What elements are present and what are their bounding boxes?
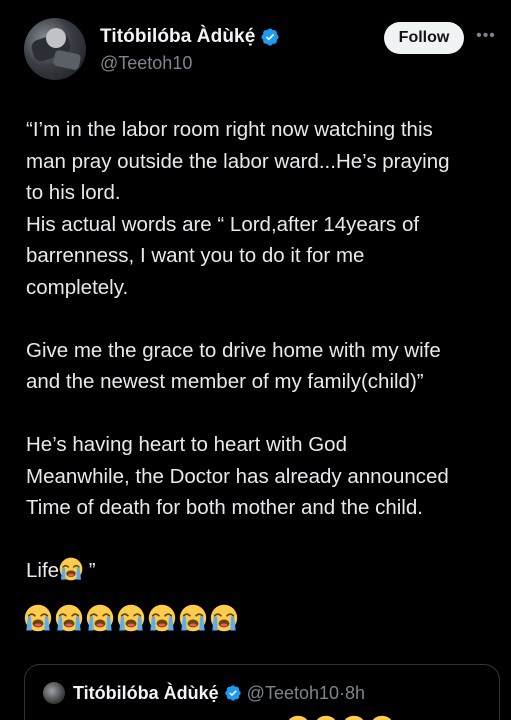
tweet-text-line [26, 303, 504, 335]
closing-quote: ” [83, 559, 96, 582]
loudly-crying-face-icon [210, 604, 238, 632]
author-name-row[interactable]: Titóbilóba Àdùkẹ́ [100, 26, 280, 48]
more-options-icon[interactable]: ••• [476, 26, 496, 46]
tweet-text-line [26, 524, 504, 556]
tweet-text-line: completely. [26, 275, 129, 299]
quoted-avatar [43, 682, 65, 704]
author-display-name[interactable]: Titóbilóba Àdùkẹ́ [100, 26, 255, 48]
loudly-crying-face-icon [316, 715, 336, 720]
quoted-tweet-header: Titóbilóba Àdùkẹ́ @Teetoh10 · 8h [43, 682, 365, 704]
loudly-crying-face-icon [179, 604, 207, 632]
tweet-header: Titóbilóba Àdùkẹ́ @Teetoh10 Follow ••• [24, 18, 496, 80]
quoted-tweet[interactable]: Titóbilóba Àdùkẹ́ @Teetoh10 · 8h [24, 664, 500, 720]
tweet-text-line: Time of death for both mother and the ch… [26, 496, 423, 519]
loudly-crying-face-icon [288, 715, 308, 720]
loudly-crying-face-icon [372, 715, 392, 720]
loudly-crying-face-icon [344, 715, 364, 720]
tweet-text-line [26, 398, 504, 430]
verified-badge-icon [224, 685, 241, 701]
avatar-detail [52, 49, 82, 71]
tweet-text-line: “I’m in the labor room right now watchin… [26, 118, 433, 141]
verified-badge-icon [261, 28, 279, 46]
tweet-screen: Titóbilóba Àdùkẹ́ @Teetoh10 Follow ••• “… [0, 0, 511, 720]
tweet-text-line: Give me the grace to drive home with my … [26, 338, 441, 362]
tweet-text-line: His actual words are “ Lord,after 14year… [26, 212, 420, 236]
tweet-text-line: to his lord. [26, 181, 121, 204]
loudly-crying-face-icon [55, 604, 83, 632]
crying-emoji-row [24, 604, 241, 632]
loudly-crying-face-icon [86, 604, 114, 632]
follow-button[interactable]: Follow [384, 22, 464, 54]
quoted-time: 8h [345, 682, 366, 703]
tweet-text-line: He’s having heart to heart with God [26, 433, 347, 456]
tweet-text-life-line: Life ” [26, 555, 504, 587]
loudly-crying-face-icon [148, 604, 176, 632]
tweet-text-line: Meanwhile, the Doctor has already announ… [26, 464, 449, 488]
author-handle[interactable]: @Teetoh10 [100, 53, 192, 74]
tweet-text-line: man pray outside the labor ward...He’s p… [26, 149, 450, 173]
loudly-crying-face-icon [59, 557, 83, 581]
loudly-crying-face-icon [24, 604, 52, 632]
tweet-text: “I’m in the labor room right now watchin… [26, 114, 504, 587]
tweet-text-line: barrenness, I want you to do it for me [26, 244, 365, 267]
quoted-text-cutoff [43, 715, 395, 720]
quoted-display-name: Titóbilóba Àdùkẹ́ [73, 682, 219, 703]
quoted-handle: @Teetoh10 [246, 682, 340, 703]
avatar-detail [46, 28, 66, 48]
life-word: Life [26, 559, 60, 582]
tweet-text-line: and the newest member of my family(child… [26, 370, 424, 393]
loudly-crying-face-icon [117, 604, 145, 632]
avatar[interactable] [24, 18, 86, 80]
